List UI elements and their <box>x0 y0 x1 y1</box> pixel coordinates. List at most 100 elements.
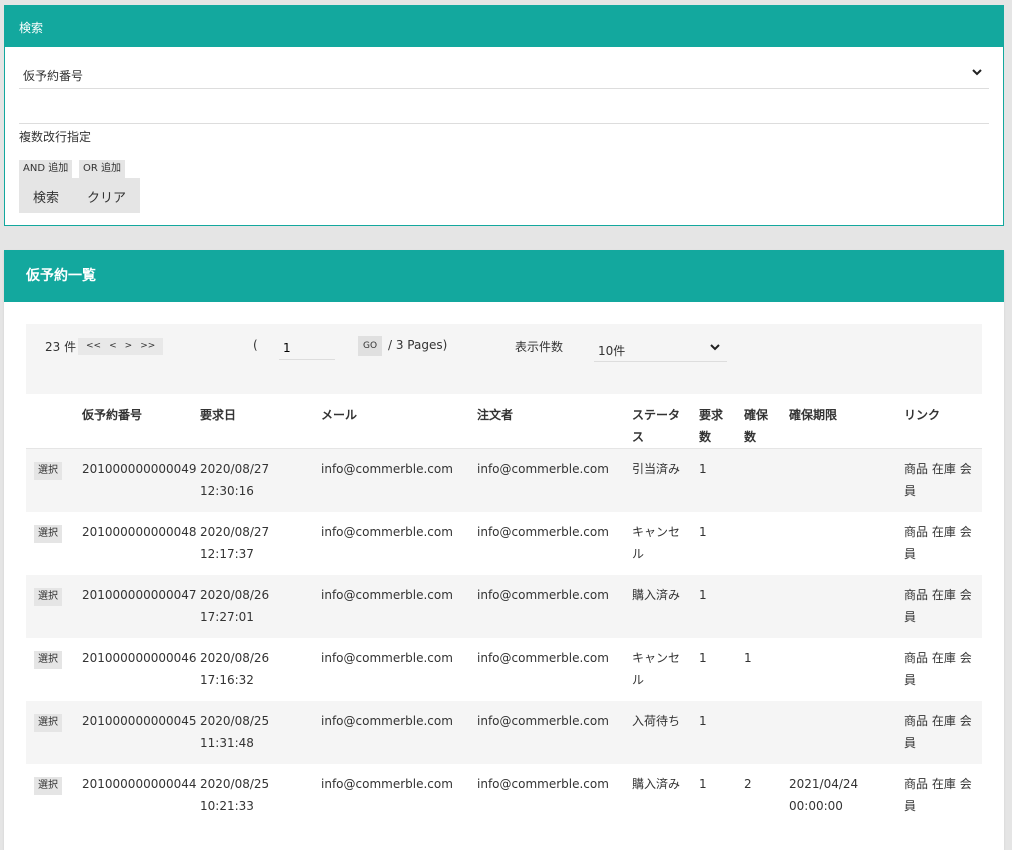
links-cell: 商品 在庫 会員 <box>904 448 982 512</box>
product-link[interactable]: 商品 <box>904 525 928 539</box>
status: キャンセル <box>632 650 681 687</box>
stock-link[interactable]: 在庫 <box>932 714 956 728</box>
chevron-down-icon <box>971 66 983 81</box>
request-date-time: 12:17:37 <box>200 546 254 561</box>
go-button[interactable]: GO <box>358 336 383 356</box>
search-panel-title: 検索 <box>5 6 1003 47</box>
display-count-select[interactable]: 10件 <box>594 336 727 362</box>
request-date-day: 2020/08/26 <box>200 587 270 602</box>
next-page-button[interactable]: > <box>125 341 133 351</box>
select-button[interactable]: 選択 <box>34 524 62 543</box>
request-date-time: 17:27:01 <box>200 609 254 624</box>
table-row: 選択 201000000000045 2020/08/25 11:31:48 in… <box>26 700 982 764</box>
table-header-row: 仮予約番号 要求日 メール 注文者 ステータス 要求数 確保数 確保期限 リンク <box>26 394 982 449</box>
table-row: 選択 201000000000049 2020/08/27 12:30:16 in… <box>26 448 982 512</box>
email: info@commerble.com <box>321 650 453 665</box>
select-cell: 選択 <box>26 764 82 827</box>
select-button[interactable]: 選択 <box>34 713 62 732</box>
select-button[interactable]: 選択 <box>34 776 62 795</box>
requested-qty: 1 <box>699 776 707 791</box>
list-panel-title: 仮予約一覧 <box>4 250 1004 302</box>
and-add-button[interactable]: AND 追加 <box>19 160 73 178</box>
select-button[interactable]: 選択 <box>34 650 62 669</box>
request-date: 2020/08/26 17:27:01 <box>200 574 321 638</box>
email: info@commerble.com <box>321 574 477 638</box>
product-link[interactable]: 商品 <box>904 462 928 476</box>
select-cell: 選択 <box>26 574 82 638</box>
select-cell: 選択 <box>26 638 82 701</box>
column-header: メール <box>321 394 477 449</box>
product-link[interactable]: 商品 <box>904 588 928 602</box>
requested-qty: 1 <box>699 650 707 665</box>
requested-qty: 1 <box>699 574 744 638</box>
links-cell: 商品 在庫 会員 <box>904 764 982 827</box>
reservation-id: 201000000000044 <box>82 776 197 791</box>
column-header: 確保数 <box>744 394 789 449</box>
column-header: 仮予約番号 <box>82 394 200 449</box>
request-date-day: 2020/08/25 <box>200 776 270 791</box>
request-date: 2020/08/27 12:17:37 <box>200 512 321 575</box>
select-button[interactable]: 選択 <box>34 462 62 480</box>
or-add-button[interactable]: OR 追加 <box>79 160 125 178</box>
last-page-button[interactable]: >> <box>140 341 155 351</box>
search-field-select[interactable]: 仮予約番号 <box>19 62 989 89</box>
column-header: ステータス <box>632 394 699 449</box>
request-date-time: 12:30:16 <box>200 484 254 498</box>
secured-qty <box>744 700 789 764</box>
orderer: info@commerble.com <box>477 700 632 764</box>
clear-button[interactable]: クリア <box>87 187 126 206</box>
secure-limit <box>789 448 904 512</box>
list-area: 23 件 <<<>>> ( GO / 3 Pages) 表示件数 10件 <box>26 324 982 827</box>
status: 入荷待ち <box>632 700 699 764</box>
multi-line-label: 複数改行指定 <box>19 130 92 144</box>
total-pages: / 3 Pages) <box>388 338 448 352</box>
secure-limit <box>789 512 904 575</box>
stock-link[interactable]: 在庫 <box>932 777 956 791</box>
product-link[interactable]: 商品 <box>904 777 928 791</box>
reservation-id: 201000000000046 <box>82 650 197 665</box>
links-cell: 商品 在庫 会員 <box>904 574 982 638</box>
requested-qty: 1 <box>699 524 707 539</box>
reservation-table: 仮予約番号 要求日 メール 注文者 ステータス 要求数 確保数 確保期限 リンク… <box>26 394 982 827</box>
status: 購入済み <box>632 776 681 791</box>
product-link[interactable]: 商品 <box>904 651 928 665</box>
first-page-button[interactable]: << <box>86 341 101 351</box>
page-nav: << < > >> <box>78 338 164 355</box>
table-row: 選択 201000000000046 2020/08/26 17:16:32 in… <box>26 638 982 701</box>
pager: 23 件 <<<>>> ( GO / 3 Pages) 表示件数 10件 <box>26 324 982 394</box>
orderer: info@commerble.com <box>477 776 609 791</box>
request-date-day: 2020/08/25 <box>200 713 270 728</box>
search-button[interactable]: 検索 <box>33 187 59 206</box>
secure-limit <box>789 700 904 764</box>
column-header: 要求数 <box>699 394 744 449</box>
status: 引当済み <box>632 448 699 512</box>
request-date-day: 2020/08/27 <box>200 524 270 539</box>
request-date-day: 2020/08/26 <box>200 650 270 665</box>
table-row: 選択 201000000000048 2020/08/27 12:17:37 in… <box>26 512 982 575</box>
select-button[interactable]: 選択 <box>34 587 62 606</box>
search-text-input[interactable] <box>19 96 989 124</box>
chevron-down-icon <box>709 341 721 356</box>
display-count-value: 10件 <box>598 344 626 358</box>
links-cell: 商品 在庫 会員 <box>904 700 982 764</box>
search-panel: 検索 仮予約番号 複数改行指定 AND 追加 OR 追加 検索 クリア <box>4 5 1004 226</box>
email: info@commerble.com <box>321 700 477 764</box>
stock-link[interactable]: 在庫 <box>932 651 956 665</box>
result-count: 23 件 <box>45 340 77 354</box>
orderer: info@commerble.com <box>477 650 609 665</box>
stock-link[interactable]: 在庫 <box>932 525 956 539</box>
page-open-paren: ( <box>253 338 258 352</box>
request-date: 2020/08/25 11:31:48 <box>200 700 321 764</box>
stock-link[interactable]: 在庫 <box>932 462 956 476</box>
requested-qty: 1 <box>699 700 744 764</box>
secure-limit-time: 00:00:00 <box>789 798 843 813</box>
product-link[interactable]: 商品 <box>904 714 928 728</box>
stock-link[interactable]: 在庫 <box>932 588 956 602</box>
request-date-time: 10:21:33 <box>200 798 254 813</box>
reservation-id: 201000000000048 <box>82 524 197 539</box>
secured-qty: 1 <box>744 650 752 665</box>
prev-page-button[interactable]: < <box>109 341 117 351</box>
search-actions: 検索 クリア <box>19 178 140 213</box>
page-number-input[interactable] <box>279 336 335 360</box>
display-count-label: 表示件数 <box>515 340 564 354</box>
